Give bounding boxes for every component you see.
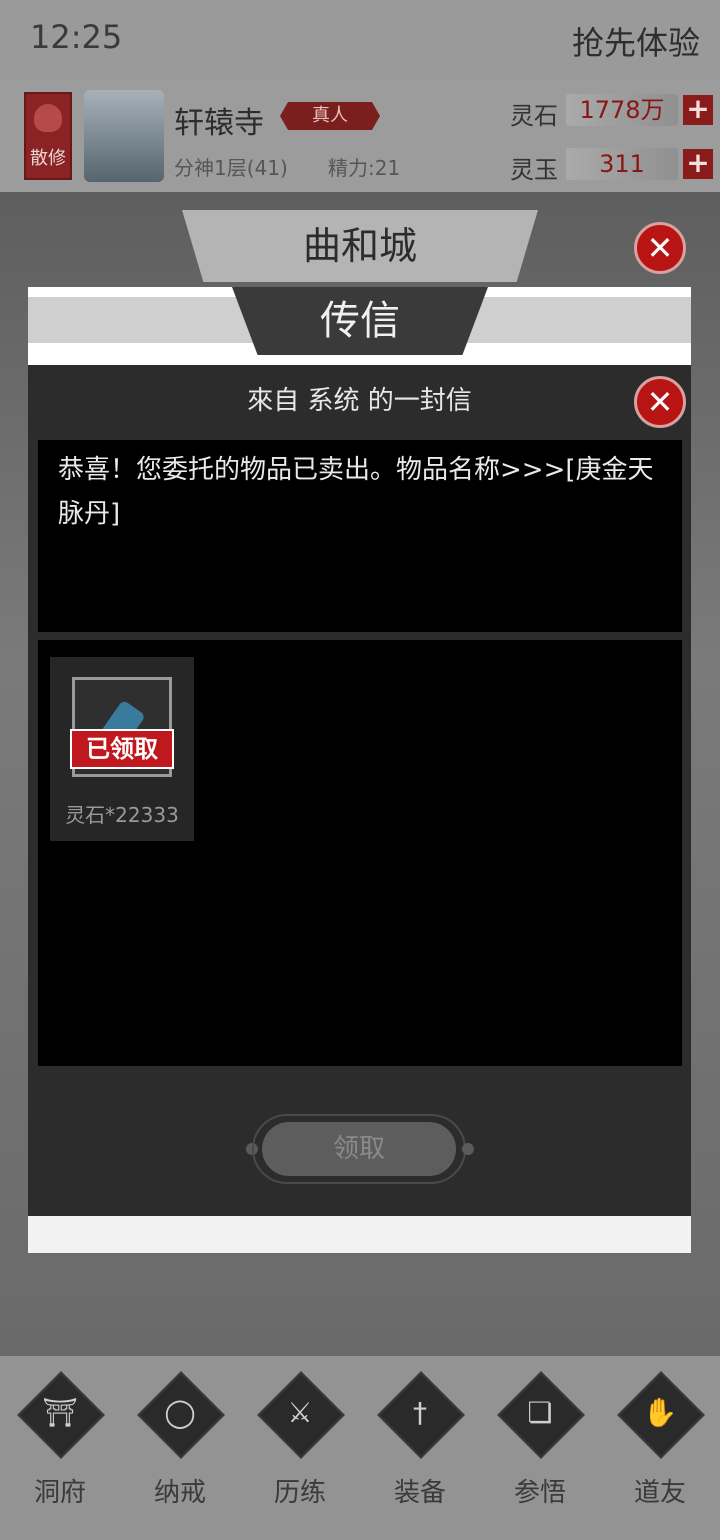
clock: 12:25 bbox=[30, 18, 123, 56]
add-spirit-stone-button[interactable]: + bbox=[683, 95, 713, 125]
close-icon[interactable]: ✕ bbox=[634, 376, 686, 428]
rank-badge: 真人 bbox=[280, 102, 380, 130]
button-ornament bbox=[462, 1143, 474, 1155]
nav-label: 历练 bbox=[273, 1478, 326, 1508]
nav-label: 参悟 bbox=[513, 1478, 566, 1508]
item-name-qty: 灵石*22333 bbox=[65, 803, 179, 827]
early-access-label[interactable]: 抢先体验 bbox=[572, 18, 700, 64]
cave-gate-icon: ⛩ bbox=[42, 1396, 78, 1429]
open-book-icon: ❏ bbox=[527, 1396, 553, 1429]
nav-item-equipment[interactable]: † 装备 bbox=[372, 1371, 468, 1516]
claimed-stamp: 已领取 bbox=[70, 729, 174, 769]
realm-level: 分神1层(41) bbox=[174, 156, 288, 180]
energy-value: 精力:21 bbox=[328, 156, 401, 180]
sword-icon: † bbox=[413, 1396, 427, 1429]
player-name: 轩辕寺 bbox=[174, 106, 264, 141]
attachment-item[interactable]: 已领取 灵石*22333 bbox=[50, 657, 194, 841]
claim-button[interactable]: 领取 bbox=[262, 1122, 456, 1176]
avatar[interactable] bbox=[84, 90, 164, 182]
ring-icon: ◯ bbox=[164, 1396, 196, 1429]
resource-label-spirit-stone: 灵石 bbox=[510, 102, 558, 130]
crossed-swords-icon: ⚔ bbox=[287, 1396, 313, 1429]
nav-label: 道友 bbox=[633, 1478, 686, 1508]
nav-label: 纳戒 bbox=[153, 1478, 206, 1508]
resource-value-spirit-jade: 311 bbox=[566, 148, 678, 180]
nav-item-cave[interactable]: ⛩ 洞府 bbox=[12, 1371, 108, 1516]
add-spirit-jade-button[interactable]: + bbox=[683, 149, 713, 179]
message-body: 恭喜！您委托的物品已卖出。物品名称>>>[庚金天脉丹] bbox=[38, 440, 682, 632]
player-header: 散修 轩辕寺 真人 分神1层(41) 精力:21 灵石 1778万 + 灵玉 3… bbox=[0, 80, 720, 192]
nav-item-friends[interactable]: ✋ 道友 bbox=[612, 1371, 708, 1516]
dialog-title: 传信 bbox=[232, 287, 488, 355]
nav-item-training[interactable]: ⚔ 历练 bbox=[252, 1371, 348, 1516]
sect-label: 散修 bbox=[30, 148, 66, 169]
nav-item-ring[interactable]: ◯ 纳戒 bbox=[132, 1371, 228, 1516]
dialog-bottom-frame bbox=[28, 1216, 691, 1253]
nav-item-comprehend[interactable]: ❏ 参悟 bbox=[492, 1371, 588, 1516]
letter-sender-line: 來自 系统 的一封信 bbox=[247, 386, 472, 416]
handshake-icon: ✋ bbox=[642, 1396, 678, 1429]
resource-value-spirit-stone: 1778万 bbox=[566, 94, 678, 126]
city-name-banner: 曲和城 bbox=[182, 210, 538, 282]
bottom-nav: ⛩ 洞府 ◯ 纳戒 ⚔ 历练 † 装备 ❏ 参悟 ✋ 道友 bbox=[0, 1356, 720, 1540]
close-icon[interactable]: ✕ bbox=[634, 222, 686, 274]
status-bar: 12:25 抢先体验 bbox=[0, 0, 720, 80]
sect-badge[interactable]: 散修 bbox=[24, 92, 72, 180]
resource-label-spirit-jade: 灵玉 bbox=[510, 156, 558, 184]
nav-label: 洞府 bbox=[33, 1478, 86, 1508]
nav-label: 装备 bbox=[393, 1478, 446, 1508]
claim-button-frame: 领取 bbox=[252, 1114, 466, 1184]
lotus-icon bbox=[34, 104, 62, 132]
